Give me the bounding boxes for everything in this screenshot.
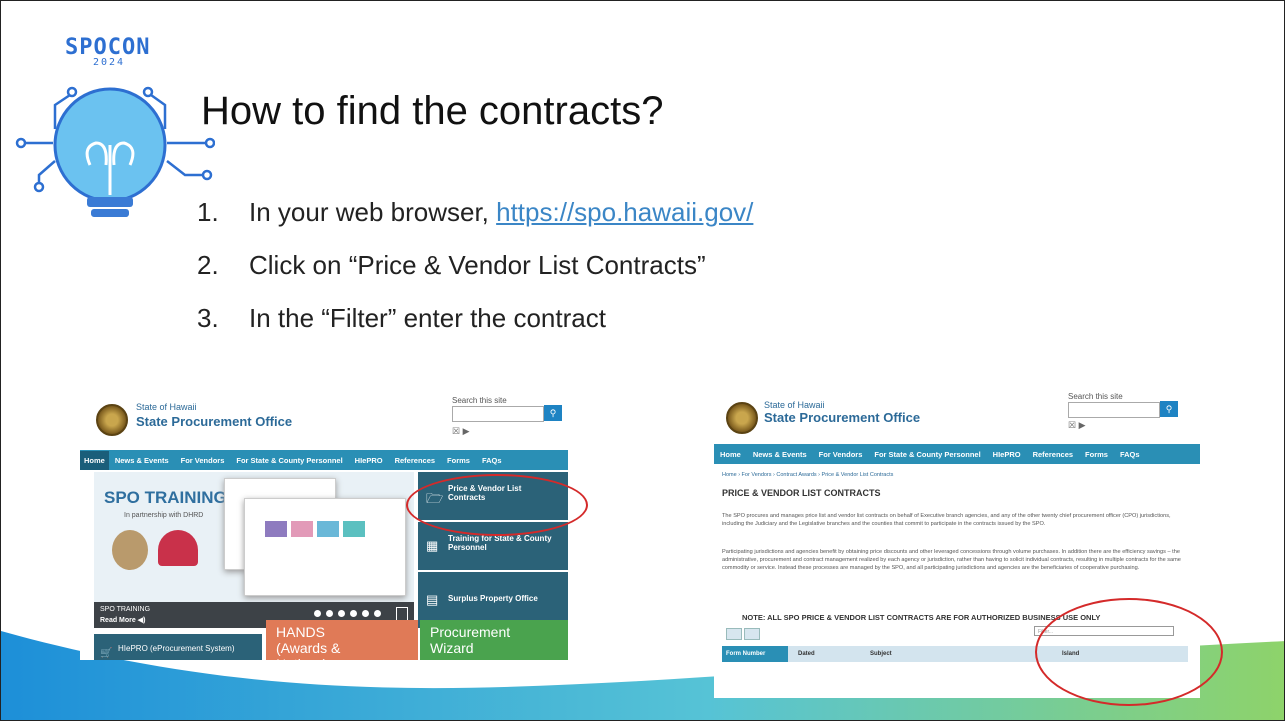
step-text: In your web browser, https://spo.hawaii.… xyxy=(249,197,753,228)
search-button[interactable]: ⚲ xyxy=(1160,401,1178,417)
site-office-name: State Procurement Office xyxy=(764,410,921,425)
highlight-circle xyxy=(1035,598,1223,706)
social-icons[interactable]: ☒ ▶ xyxy=(452,426,470,437)
step-item: 2. Click on “Price & Vendor List Contrac… xyxy=(197,250,753,303)
tile-label: Surplus Property Office xyxy=(448,594,538,603)
breadcrumb[interactable]: Home › For Vendors › Contract Awards › P… xyxy=(722,472,893,478)
slide-title: How to find the contracts? xyxy=(201,89,664,133)
step-text: In the “Filter” enter the contract xyxy=(249,303,606,333)
procurement-wizard-tile[interactable]: Procurement Wizard xyxy=(420,620,568,660)
nav-vendors[interactable]: For Vendors xyxy=(819,450,863,459)
pause-icon[interactable] xyxy=(396,607,408,621)
slide: SPOCON 2024 How to find the contracts? 1… xyxy=(0,0,1285,721)
nav-references[interactable]: References xyxy=(1033,450,1073,459)
step-text: Click on “Price & Vendor List Contracts” xyxy=(249,250,706,280)
nav-personnel[interactable]: For State & County Personnel xyxy=(874,450,980,459)
step-text-prefix: In your web browser, xyxy=(249,197,497,227)
nav-hiepro[interactable]: HIePRO xyxy=(355,456,383,465)
lightbulb-icon xyxy=(15,86,215,217)
nav-news[interactable]: News & Events xyxy=(753,450,807,459)
nav-faqs[interactable]: FAQs xyxy=(1120,450,1140,459)
site-state-name: State of Hawaii xyxy=(136,402,197,412)
owl-illustration xyxy=(112,530,148,570)
nav-forms[interactable]: Forms xyxy=(1085,450,1108,459)
nav-home[interactable]: Home xyxy=(80,450,109,470)
read-more-link[interactable]: Read More ◀) xyxy=(100,616,145,624)
step-item: 1. In your web browser, https://spo.hawa… xyxy=(197,197,753,250)
car-icon: ▤ xyxy=(426,592,439,607)
list-view-icon[interactable] xyxy=(744,628,760,640)
nav-forms[interactable]: Forms xyxy=(447,456,470,465)
hawaii-seal-icon xyxy=(726,402,758,434)
site-nav: Home News & Events For Vendors For State… xyxy=(714,444,1200,464)
nav-hiepro[interactable]: HIePRO xyxy=(993,450,1021,459)
steps-list: 1. In your web browser, https://spo.hawa… xyxy=(197,197,753,356)
search-button[interactable]: ⚲ xyxy=(544,405,562,421)
cart-icon: 🛒 xyxy=(100,648,113,659)
search-label: Search this site xyxy=(1068,392,1123,401)
training-carousel[interactable]: SPO TRAINING In partnership with DHRD xyxy=(94,472,414,602)
tile-label: Procurement Wizard xyxy=(430,624,511,656)
training-subtitle: In partnership with DHRD xyxy=(124,512,204,519)
hands-tile[interactable]: HANDS (Awards & Notices) xyxy=(266,620,418,660)
search-input[interactable] xyxy=(1068,402,1160,418)
carousel-dots[interactable] xyxy=(314,610,381,617)
heart-flag-illustration xyxy=(158,530,198,566)
tile-label: Training for State & County Personnel xyxy=(448,534,552,552)
social-icons[interactable]: ☒ ▶ xyxy=(1068,420,1086,431)
nav-references[interactable]: References xyxy=(395,456,435,465)
highlight-circle xyxy=(406,474,588,536)
nav-faqs[interactable]: FAQs xyxy=(482,456,502,465)
calendar-icon: ▦ xyxy=(426,538,439,553)
screenshot-preview-front xyxy=(244,498,406,596)
nav-vendors[interactable]: For Vendors xyxy=(181,456,225,465)
page-heading: PRICE & VENDOR LIST CONTRACTS xyxy=(722,488,881,498)
site-office-name: State Procurement Office xyxy=(136,414,293,429)
site-nav: Home News & Events For Vendors For State… xyxy=(80,450,568,470)
col-form-number[interactable]: Form Number xyxy=(722,646,788,662)
step-item: 3. In the “Filter” enter the contract xyxy=(197,303,753,356)
step-number: 2. xyxy=(197,250,219,280)
step-number: 1. xyxy=(197,197,219,227)
site-state-name: State of Hawaii xyxy=(764,400,825,410)
step-number: 3. xyxy=(197,303,219,333)
search-icon: ⚲ xyxy=(1165,404,1173,414)
benefits-paragraph: Participating jurisdictions and agencies… xyxy=(722,549,1181,572)
intro-paragraph: The SPO procures and manages price list … xyxy=(722,513,1171,528)
tile-label: HANDS (Awards & Notices) xyxy=(276,624,341,660)
carousel-caption: SPO TRAINING xyxy=(100,606,151,613)
tile-label: HIePRO (eProcurement System) xyxy=(118,644,235,653)
nav-home[interactable]: Home xyxy=(720,450,741,459)
training-title: SPO TRAINING xyxy=(104,488,227,507)
search-label: Search this site xyxy=(452,396,507,405)
spo-website-link[interactable]: https://spo.hawaii.gov/ xyxy=(496,197,753,227)
search-input[interactable] xyxy=(452,406,544,422)
hawaii-seal-icon xyxy=(96,404,128,436)
col-dated[interactable]: Dated xyxy=(798,646,815,662)
nav-personnel[interactable]: For State & County Personnel xyxy=(236,456,342,465)
nav-news[interactable]: News & Events xyxy=(115,456,169,465)
search-icon: ⚲ xyxy=(549,408,557,418)
col-subject[interactable]: Subject xyxy=(870,646,892,662)
grid-view-icon[interactable] xyxy=(726,628,742,640)
authorized-use-note: NOTE: ALL SPO PRICE & VENDOR LIST CONTRA… xyxy=(742,613,1101,622)
hiepro-tile[interactable]: 🛒 HIePRO (eProcurement System) xyxy=(94,634,262,660)
